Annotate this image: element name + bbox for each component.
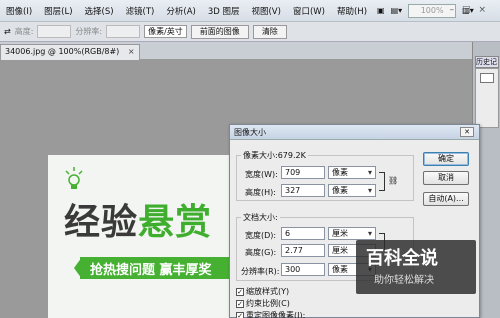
height-unit-select[interactable]: 像素: [328, 184, 376, 197]
constrain-checkbox[interactable]: ✓ 约束比例(C): [236, 298, 290, 309]
doc-height-input[interactable]: 2.77: [281, 244, 325, 257]
canvas-headline: 经验悬赏: [64, 193, 212, 245]
constrain-label: 约束比例(C): [246, 299, 290, 308]
resolution-input[interactable]: [106, 25, 141, 38]
bridge-icon[interactable]: ▣: [377, 6, 385, 15]
menu-select[interactable]: 选择(S): [79, 5, 120, 17]
height-input[interactable]: 327: [281, 184, 325, 197]
resample-check[interactable]: ✓: [236, 311, 244, 318]
height-label: 高度(H):: [245, 188, 276, 197]
scale-styles-checkbox[interactable]: ✓ 缩放样式(Y): [236, 286, 289, 297]
window-controls[interactable]: –□×: [449, 5, 494, 15]
unit-select[interactable]: 像素/英寸: [144, 25, 187, 38]
width-input[interactable]: 709: [281, 166, 325, 179]
menu-window[interactable]: 窗口(W): [287, 5, 331, 17]
cancel-button[interactable]: 取消: [423, 171, 469, 185]
watermark: 百科全说 助你轻松解决: [356, 240, 476, 294]
link-bracket: [379, 172, 385, 191]
canvas-banner: 抢热搜问题 赢丰厚奖: [80, 257, 238, 279]
pixel-size-label: 像素大小:679.2K: [241, 150, 308, 161]
scale-styles-check[interactable]: ✓: [236, 287, 244, 296]
width-label: 宽度(W):: [245, 170, 278, 179]
ok-button[interactable]: 确定: [423, 152, 469, 166]
chain-link-icon: ⛓: [388, 176, 399, 185]
menu-bar: 图像(I) 图层(L) 选择(S) 滤镜(T) 分析(A) 3D 图层 视图(V…: [0, 0, 500, 22]
resample-checkbox[interactable]: ✓ 重定图像像素(I):: [236, 310, 305, 318]
menu-image[interactable]: 图像(I): [0, 5, 38, 17]
headline-green-text: 悬赏: [138, 202, 213, 243]
close-icon[interactable]: ✕: [460, 127, 474, 137]
clear-button[interactable]: 清除: [252, 24, 287, 39]
document-tab[interactable]: 34006.jpg @ 100%(RGB/8#) ×: [0, 44, 140, 60]
options-bar: ⇄ 高度: 分辨率: 像素/英寸 前面的图像 清除: [0, 22, 500, 42]
doc-width-input[interactable]: 6: [281, 227, 325, 240]
watermark-subtitle: 助你轻松解决: [374, 275, 434, 286]
image-canvas[interactable]: 经验悬赏 抢热搜问题 赢丰厚奖: [48, 155, 238, 318]
menu-analysis[interactable]: 分析(A): [160, 5, 201, 17]
height-label: 高度:: [14, 27, 34, 36]
doc-size-label: 文档大小:: [241, 212, 280, 223]
document-tab-bar: 34006.jpg @ 100%(RGB/8#) ×: [0, 42, 472, 60]
resolution-label: 分辨率(R):: [241, 267, 280, 276]
menu-filter[interactable]: 滤镜(T): [120, 5, 161, 17]
doc-width-unit-select[interactable]: 厘米: [328, 227, 376, 240]
auto-button[interactable]: 自动(A)...: [423, 192, 469, 206]
resolution-input[interactable]: 300: [281, 263, 325, 276]
scale-styles-label: 缩放样式(Y): [246, 287, 290, 296]
history-panel: [475, 68, 499, 128]
history-thumbnail[interactable]: [480, 73, 494, 83]
watermark-logo: 百科全说: [366, 248, 438, 269]
front-image-button[interactable]: 前面的图像: [190, 24, 249, 39]
swap-icon[interactable]: ⇄: [4, 27, 11, 36]
width-unit-select[interactable]: 像素: [328, 166, 376, 179]
constrain-check[interactable]: ✓: [236, 299, 244, 308]
dialog-title: 图像大小 ✕: [230, 125, 479, 140]
menu-help[interactable]: 帮助(H): [331, 5, 373, 17]
headline-dark-text: 经验: [64, 202, 139, 243]
doc-height-label: 高度(G):: [245, 248, 277, 257]
document-tab-title: 34006.jpg @ 100%(RGB/8#): [5, 47, 120, 56]
history-panel-tab[interactable]: 历史记: [475, 56, 499, 68]
menu-layer[interactable]: 图层(L): [38, 5, 78, 17]
lightbulb-icon: [65, 167, 83, 189]
menu-3d[interactable]: 3D 图层: [202, 5, 246, 17]
screen-mode-icon[interactable]: ▤▾: [391, 6, 403, 15]
dialog-title-text: 图像大小: [234, 128, 266, 137]
resolution-label: 分辨率:: [75, 27, 103, 36]
doc-width-label: 宽度(D):: [245, 231, 277, 240]
menu-view[interactable]: 视图(V): [245, 5, 286, 17]
resample-label: 重定图像像素(I):: [246, 311, 306, 318]
close-icon[interactable]: ×: [128, 47, 135, 56]
height-input[interactable]: [37, 25, 72, 38]
